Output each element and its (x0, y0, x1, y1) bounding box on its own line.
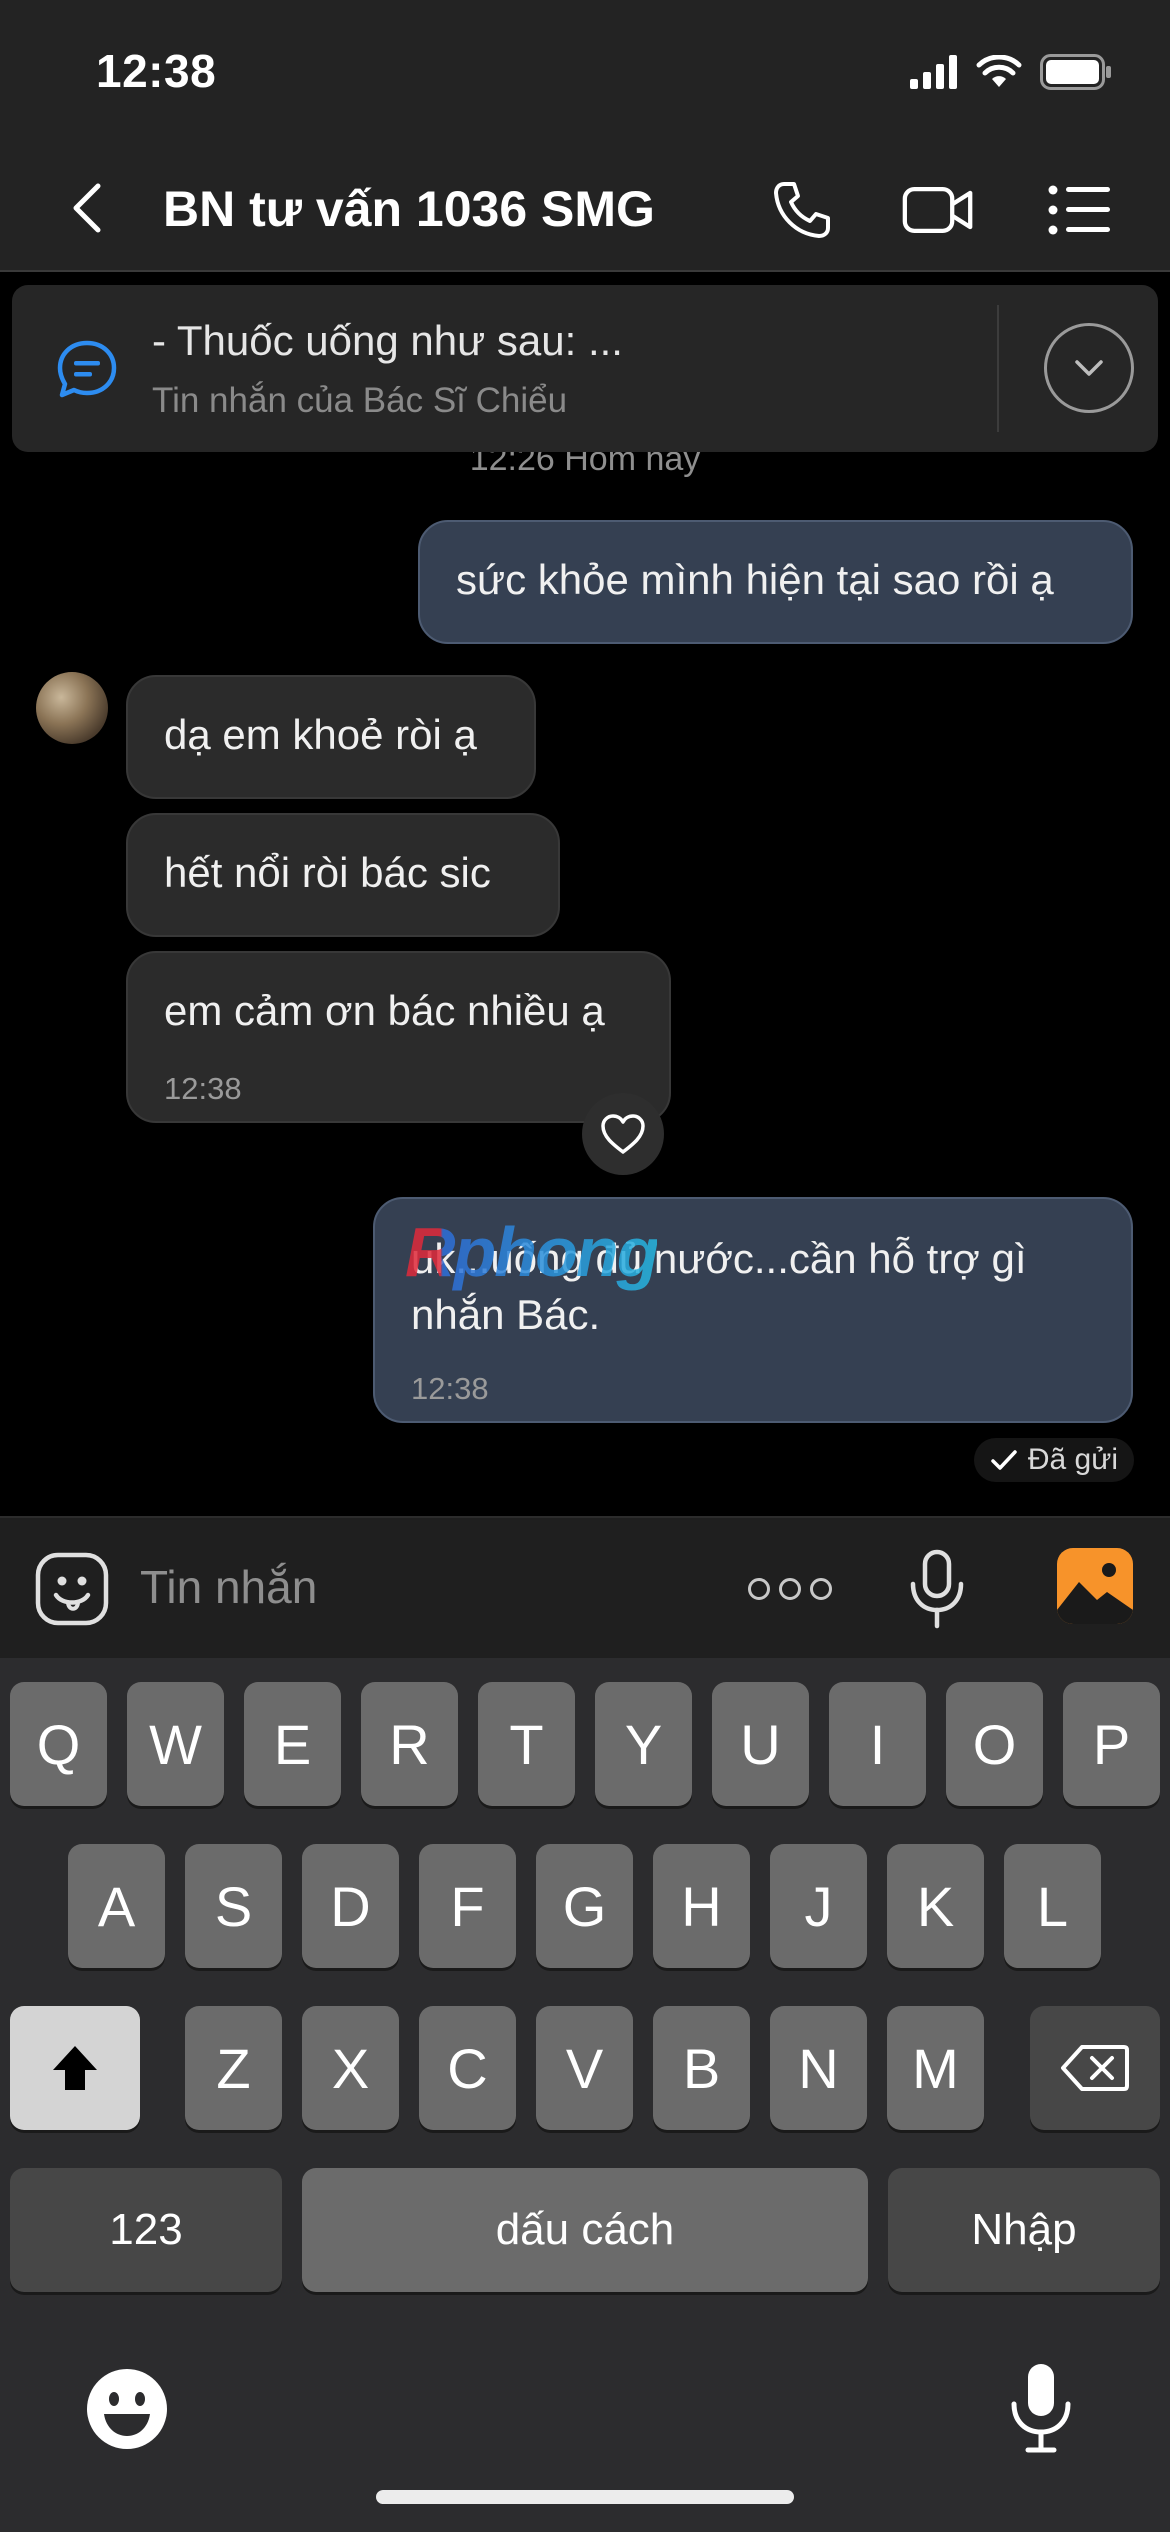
chevron-down-icon (1075, 360, 1103, 376)
key-s[interactable]: S (185, 1844, 282, 1968)
message-input[interactable]: Tin nhắn (140, 1560, 317, 1614)
key-v[interactable]: V (536, 2006, 633, 2130)
key-h[interactable]: H (653, 1844, 750, 1968)
shift-icon (53, 2046, 97, 2090)
delivery-status-text: Đã gửi (1027, 1443, 1118, 1476)
key-r[interactable]: R (361, 1682, 458, 1806)
message-text-line: nhắn Bác. (411, 1291, 601, 1338)
message-bubble-incoming[interactable]: em cảm ơn bác nhiều ạ 12:38 (126, 951, 671, 1123)
more-dots-icon (810, 1578, 832, 1600)
dictation-icon (1011, 2364, 1071, 2453)
key-l[interactable]: L (1004, 1844, 1101, 1968)
message-time: 12:38 (164, 1071, 242, 1106)
sticker-button[interactable] (34, 1551, 110, 1627)
image-icon (1057, 1563, 1133, 1624)
emoji-keyboard-button[interactable] (84, 2366, 170, 2452)
shift-key[interactable] (10, 2006, 140, 2130)
key-t[interactable]: T (478, 1682, 575, 1806)
checkmark-icon (991, 1450, 1017, 1470)
key-b[interactable]: B (653, 2006, 750, 2130)
cellular-signal-icon (910, 55, 957, 89)
back-button[interactable] (60, 178, 120, 238)
status-time: 12:38 (96, 45, 217, 97)
more-dots-icon (748, 1578, 770, 1600)
key-f[interactable]: F (419, 1844, 516, 1968)
pinned-message-subtitle: Tin nhắn của Bác Sĩ Chiểu (152, 381, 568, 420)
key-k[interactable]: K (887, 1844, 984, 1968)
message-text-line: uk...uống đủ nước...cần hỗ trợ gì (411, 1235, 1027, 1282)
status-icons (910, 52, 1112, 92)
call-button[interactable] (766, 174, 838, 246)
more-dots-icon (779, 1578, 801, 1600)
status-bar: 12:38 (0, 0, 1170, 150)
divider (997, 305, 999, 432)
battery-icon (1040, 54, 1111, 90)
delete-key[interactable] (1030, 2006, 1160, 2130)
key-u[interactable]: U (712, 1682, 809, 1806)
space-key[interactable]: dấu cách (302, 2168, 868, 2292)
chat-header: BN tư vấn 1036 SMG (0, 150, 1170, 272)
video-camera-icon (902, 187, 973, 233)
key-y[interactable]: Y (595, 1682, 692, 1806)
photo-button[interactable] (1057, 1548, 1133, 1624)
numbers-key[interactable]: 123 (10, 2168, 282, 2292)
key-i[interactable]: I (829, 1682, 926, 1806)
phone-icon (774, 182, 830, 238)
delivery-status: Đã gửi (973, 1438, 1134, 1482)
key-p[interactable]: P (1063, 1682, 1160, 1806)
smiley-sticker-icon (35, 1552, 109, 1626)
react-button[interactable] (582, 1093, 664, 1175)
list-icon (1048, 185, 1110, 235)
key-d[interactable]: D (302, 1844, 399, 1968)
more-options-button[interactable] (748, 1566, 832, 1612)
chat-bubble-icon (52, 335, 122, 405)
expand-pinned-button[interactable] (1044, 323, 1134, 413)
key-z[interactable]: Z (185, 2006, 282, 2130)
message-composer: Tin nhắn (0, 1516, 1170, 1658)
message-text: em cảm ơn bác nhiều ạ (164, 987, 605, 1034)
heart-icon (601, 1114, 645, 1154)
key-x[interactable]: X (302, 2006, 399, 2130)
chevron-left-icon (73, 183, 101, 233)
microphone-icon (910, 1549, 964, 1629)
pinned-message-text: - Thuốc uống như sau: ... (152, 317, 623, 364)
key-w[interactable]: W (127, 1682, 224, 1806)
pinned-message[interactable]: - Thuốc uống như sau: ... Tin nhắn của B… (12, 285, 1158, 452)
home-indicator[interactable] (376, 2490, 794, 2504)
emoji-icon (87, 2369, 167, 2449)
key-n[interactable]: N (770, 2006, 867, 2130)
message-text: sức khỏe mình hiện tại sao rồi ạ (456, 556, 1054, 603)
wifi-icon (976, 55, 1022, 87)
message-bubble-incoming[interactable]: dạ em khoẻ ròi ạ (126, 675, 536, 799)
key-m[interactable]: M (887, 2006, 984, 2130)
key-a[interactable]: A (68, 1844, 165, 1968)
message-time: 12:38 (411, 1371, 489, 1406)
key-e[interactable]: E (244, 1682, 341, 1806)
message-text: dạ em khoẻ ròi ạ (164, 711, 477, 758)
chat-title[interactable]: BN tư vấn 1036 SMG (163, 180, 655, 238)
message-bubble-outgoing[interactable]: sức khỏe mình hiện tại sao rồi ạ (418, 520, 1133, 644)
avatar[interactable] (36, 672, 108, 744)
chat-menu-button[interactable] (1044, 174, 1116, 246)
backspace-icon (1061, 2045, 1129, 2091)
message-bubble-outgoing[interactable]: uk...uống đủ nước...cần hỗ trợ gì nhắn B… (373, 1197, 1133, 1423)
dictation-button[interactable] (1006, 2362, 1076, 2454)
key-o[interactable]: O (946, 1682, 1043, 1806)
return-key[interactable]: Nhập (888, 2168, 1160, 2292)
message-bubble-incoming[interactable]: hết nổi ròi bác sic (126, 813, 560, 937)
key-g[interactable]: G (536, 1844, 633, 1968)
key-j[interactable]: J (770, 1844, 867, 1968)
key-c[interactable]: C (419, 2006, 516, 2130)
video-call-button[interactable] (902, 174, 974, 246)
keyboard: Q W E R T Y U I O P A S D F G H J K L Z … (0, 1658, 1170, 2532)
voice-message-button[interactable] (905, 1548, 969, 1630)
message-text: uk...uống đủ nước...cần hỗ trợ gì nhắn B… (375, 1199, 1131, 1343)
key-q[interactable]: Q (10, 1682, 107, 1806)
message-text: hết nổi ròi bác sic (164, 849, 491, 896)
